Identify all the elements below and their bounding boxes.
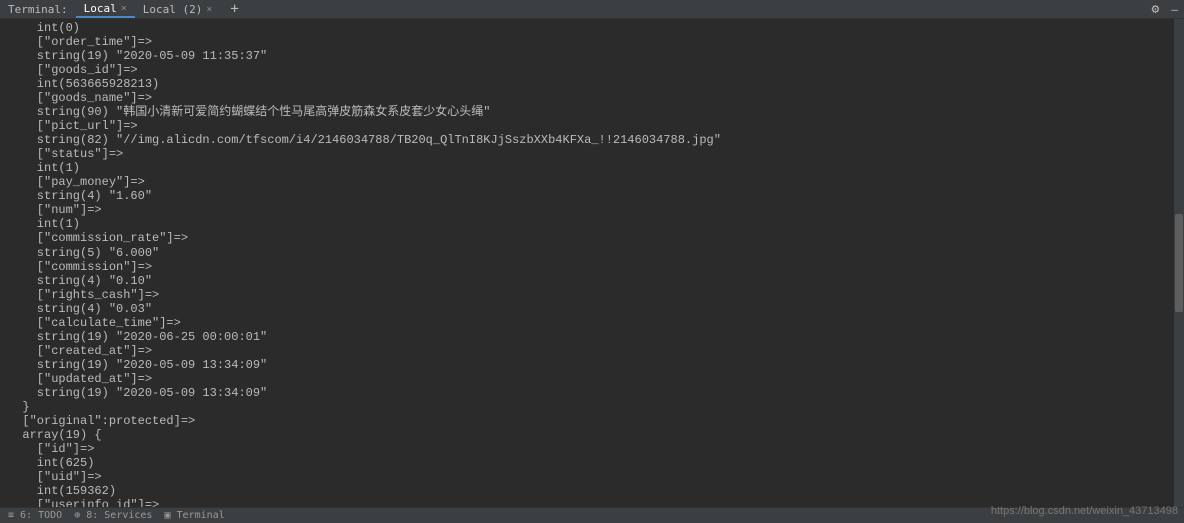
status-services[interactable]: ⊕ 8: Services xyxy=(74,510,152,521)
status-todo-label: ≡ 6: TODO xyxy=(8,510,62,521)
close-icon[interactable]: × xyxy=(121,3,127,14)
status-todo[interactable]: ≡ 6: TODO xyxy=(8,510,62,521)
close-icon[interactable]: × xyxy=(206,4,212,15)
watermark: https://blog.csdn.net/weixin_43713498 xyxy=(991,505,1178,517)
scrollbar-thumb[interactable] xyxy=(1175,214,1183,312)
tab-local[interactable]: Local × xyxy=(76,0,135,18)
terminal-output[interactable]: int(0) ["order_time"]=> string(19) "2020… xyxy=(0,19,1184,507)
terminal-label: Terminal: xyxy=(0,3,76,16)
tab-bar: Terminal: Local × Local (2) × + ⚙ — xyxy=(0,0,1184,19)
scrollbar-track[interactable] xyxy=(1174,19,1184,507)
status-services-label: ⊕ 8: Services xyxy=(74,510,152,521)
tab-label: Local xyxy=(84,2,117,15)
gear-icon[interactable]: ⚙ xyxy=(1146,2,1166,17)
tab-label: Local (2) xyxy=(143,3,203,16)
status-terminal-label: ▣ Terminal xyxy=(164,510,224,521)
status-terminal[interactable]: ▣ Terminal xyxy=(164,510,224,521)
minimize-icon[interactable]: — xyxy=(1165,3,1184,16)
tab-local-2[interactable]: Local (2) × xyxy=(135,0,221,18)
add-tab-button[interactable]: + xyxy=(220,1,248,17)
